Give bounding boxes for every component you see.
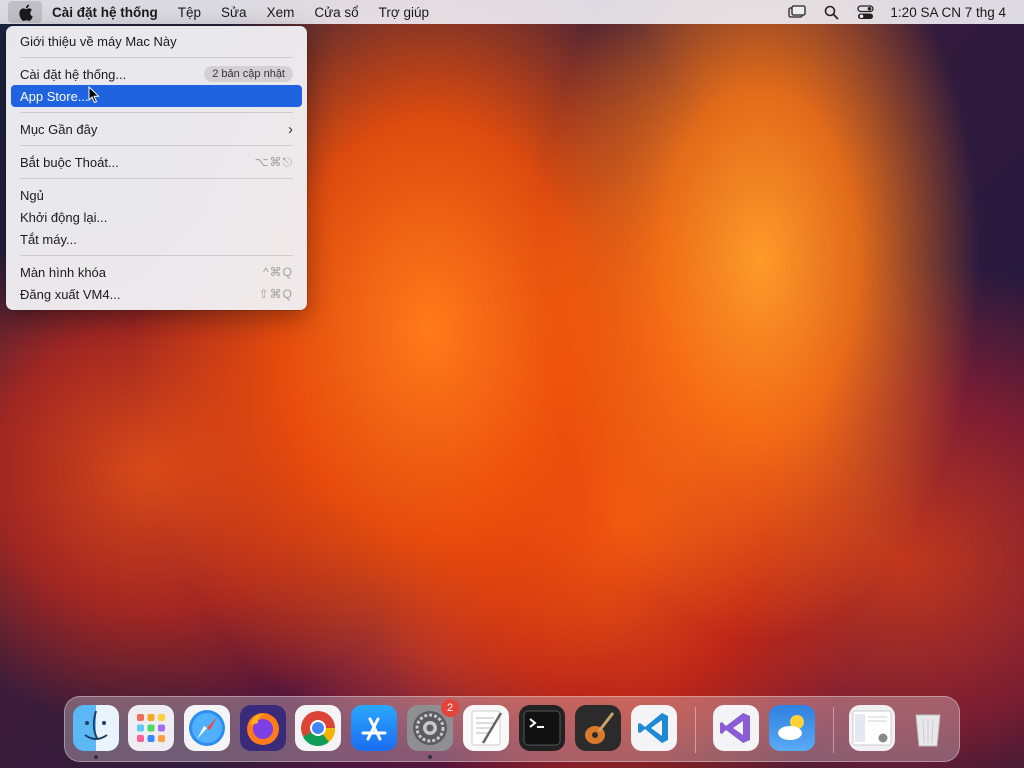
menu-edit[interactable]: Sửa: [211, 1, 257, 23]
menu-view[interactable]: Xem: [257, 1, 305, 23]
finder-icon[interactable]: [73, 705, 119, 759]
weather-icon[interactable]: [769, 705, 815, 751]
vscode-icon[interactable]: [631, 705, 677, 751]
downloads-stack-icon[interactable]: [849, 705, 895, 751]
menu-separator: [20, 255, 293, 256]
menu-bar-clock[interactable]: 1:20 SA CN 7 thg 4: [882, 5, 1016, 20]
dock-divider: [695, 707, 696, 753]
chevron-right-icon: ›: [288, 120, 293, 138]
control-center-icon[interactable]: [848, 1, 882, 23]
menu-help[interactable]: Trợ giúp: [369, 1, 439, 23]
system-settings-icon[interactable]: 2: [407, 699, 459, 759]
firefox-icon[interactable]: [240, 705, 286, 751]
menu-item-label: Đăng xuất VM4...: [20, 286, 121, 302]
apple-logo-icon[interactable]: [8, 1, 42, 23]
running-indicator: [94, 755, 98, 759]
shortcut-label: ⇧⌘Q: [258, 287, 293, 301]
menu-item-restart[interactable]: Khởi động lại...: [11, 206, 302, 228]
menu-item-recent-items[interactable]: Mục Gần đây ›: [11, 118, 302, 140]
menu-separator: [20, 145, 293, 146]
search-icon[interactable]: [814, 1, 848, 23]
terminal-icon[interactable]: [519, 705, 565, 751]
menu-item-label: Mục Gần đây: [20, 121, 98, 137]
menu-item-app-store[interactable]: App Store...: [11, 85, 302, 107]
menu-item-logout[interactable]: Đăng xuất VM4... ⇧⌘Q: [11, 283, 302, 305]
menu-item-about[interactable]: Giới thiệu về máy Mac Này: [11, 30, 302, 52]
menu-item-shutdown[interactable]: Tắt máy...: [11, 228, 302, 250]
menu-item-label: Tắt máy...: [20, 231, 77, 247]
menu-item-lock-screen[interactable]: Màn hình khóa ^⌘Q: [11, 261, 302, 283]
visual-studio-icon[interactable]: [713, 705, 759, 751]
status-area: 1:20 SA CN 7 thg 4: [780, 0, 1016, 24]
menu-item-label: Khởi động lại...: [20, 209, 108, 225]
launchpad-icon[interactable]: [128, 705, 174, 751]
chrome-icon[interactable]: [295, 705, 341, 751]
updates-badge: 2 bản cập nhật: [204, 66, 293, 82]
menu-separator: [20, 112, 293, 113]
shortcut-label: ⌥⌘⎋: [254, 154, 293, 169]
menu-file[interactable]: Tệp: [168, 1, 211, 23]
menu-window[interactable]: Cửa sổ: [304, 1, 368, 23]
menu-item-system-settings[interactable]: Cài đặt hệ thống... 2 bản cập nhật: [11, 63, 302, 85]
menu-separator: [20, 178, 293, 179]
notification-badge: 2: [441, 699, 459, 717]
app-store-icon[interactable]: [351, 705, 397, 751]
menu-item-label: Ngủ: [20, 187, 44, 203]
menu-item-label: Giới thiệu về máy Mac Này: [20, 33, 177, 49]
dock-divider: [833, 707, 834, 753]
garageband-icon[interactable]: [575, 705, 621, 751]
shortcut-label: ^⌘Q: [263, 265, 293, 279]
apple-menu: Giới thiệu về máy Mac Này Cài đặt hệ thố…: [6, 26, 307, 310]
menu-separator: [20, 57, 293, 58]
textedit-icon[interactable]: [463, 705, 509, 751]
screen-mirroring-icon[interactable]: [780, 1, 814, 23]
trash-icon[interactable]: [905, 705, 951, 751]
menu-item-force-quit[interactable]: Bắt buộc Thoát... ⌥⌘⎋: [11, 151, 302, 173]
running-indicator: [428, 755, 432, 759]
menu-item-label: Cài đặt hệ thống...: [20, 66, 127, 82]
menu-item-sleep[interactable]: Ngủ: [11, 184, 302, 206]
menu-item-label: App Store...: [20, 88, 89, 104]
safari-icon[interactable]: [184, 705, 230, 751]
menu-app-name[interactable]: Cài đặt hệ thống: [42, 1, 168, 23]
mouse-cursor-icon: [88, 86, 100, 104]
dock: 2: [64, 696, 960, 762]
menu-item-label: Màn hình khóa: [20, 264, 107, 280]
menu-bar: Cài đặt hệ thống Tệp Sửa Xem Cửa sổ Trợ …: [0, 0, 1024, 24]
menu-item-label: Bắt buộc Thoát...: [20, 154, 119, 170]
